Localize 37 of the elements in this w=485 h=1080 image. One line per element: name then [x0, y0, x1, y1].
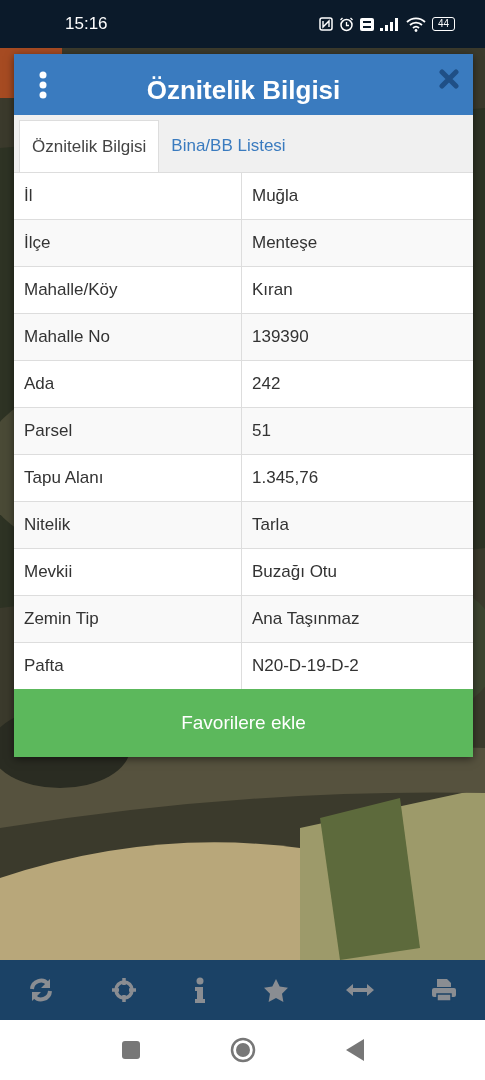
table-cell-text: 242	[251, 373, 282, 395]
table-cell-text: Kıran	[251, 279, 294, 301]
alarm-icon	[338, 16, 354, 32]
clock: 15:16	[65, 14, 108, 34]
signal-icon	[379, 17, 400, 31]
battery-indicator: 44	[431, 17, 455, 31]
table-cell: Nitelik	[14, 502, 242, 548]
table-cell-text: N20-D-19-D-2	[251, 655, 360, 677]
table-cell-text: Tarla	[251, 514, 290, 536]
table-cell-text: 1.345,76	[251, 467, 320, 489]
info-icon[interactable]	[194, 977, 207, 1003]
menu-icon[interactable]	[38, 70, 48, 99]
refresh-icon[interactable]	[28, 977, 55, 1003]
table-cell: Mahalle No	[14, 314, 242, 360]
crosshair-icon[interactable]	[111, 977, 138, 1003]
table-cell-text: Buzağı Otu	[251, 561, 339, 583]
table-cell: Zemin Tip	[14, 596, 242, 642]
table-cell: İlçe	[14, 220, 242, 266]
home-icon[interactable]	[229, 1037, 256, 1063]
back-icon[interactable]	[345, 1039, 364, 1061]
wifi-icon	[405, 16, 426, 32]
add-favorites-button[interactable]: Favorilere ekle	[14, 689, 473, 757]
square-icon[interactable]	[121, 1041, 140, 1059]
close-icon[interactable]	[439, 68, 459, 89]
tab[interactable]: Bina/BB Listesi	[159, 120, 298, 172]
table-cell-text: Ana Taşınmaz	[251, 608, 361, 630]
printer-icon[interactable]	[430, 978, 457, 1002]
nfc-icon	[318, 17, 333, 31]
table-cell-text: 139390	[251, 326, 310, 348]
tab[interactable]: Öznitelik Bilgisi	[19, 120, 160, 172]
dialog-title: Öznitelik Bilgisi	[145, 74, 342, 106]
table-cell-text: Muğla	[251, 185, 300, 207]
table-cell-text: Menteşe	[251, 232, 319, 254]
table-cell-text: 51	[251, 420, 272, 442]
star-icon[interactable]	[262, 977, 289, 1003]
table-cell: Parsel	[14, 408, 242, 454]
double-arrow-icon[interactable]	[345, 983, 374, 997]
